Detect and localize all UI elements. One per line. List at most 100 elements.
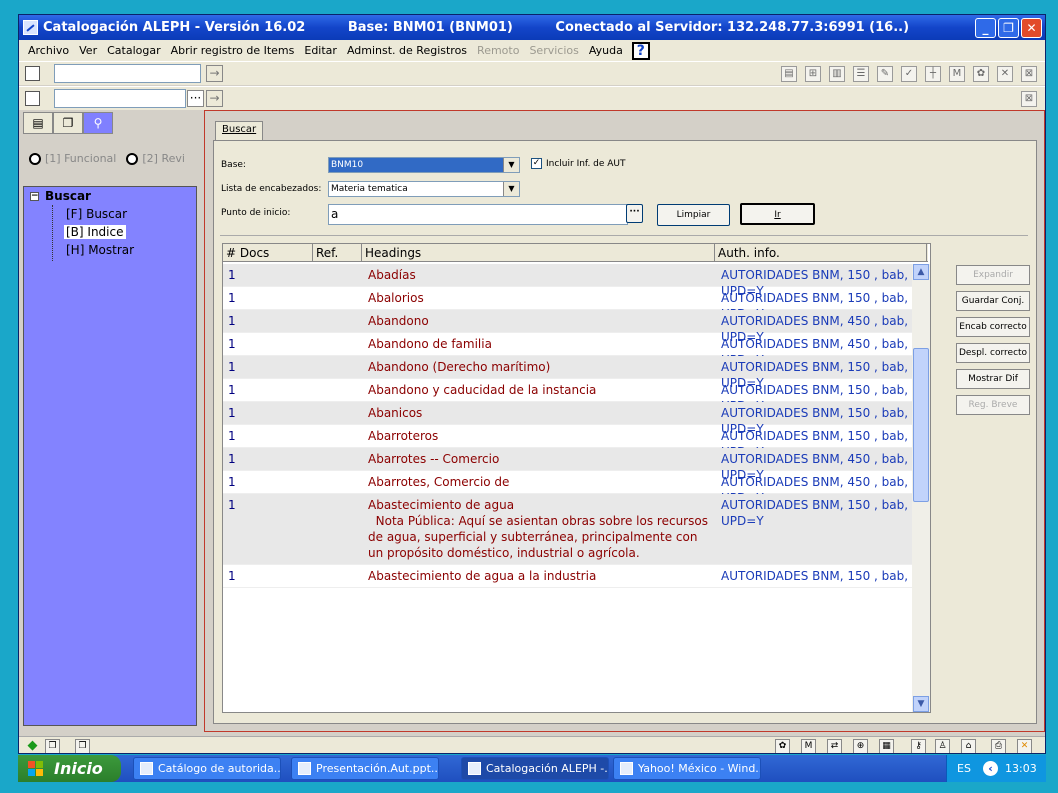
taskbar-item[interactable]: Catalogación ALEPH -... <box>461 757 609 780</box>
table-row[interactable]: 1 Abandono y caducidad de la instancia AUT… <box>223 379 928 413</box>
tab-items-icon[interactable]: ❐ <box>53 112 83 134</box>
delete-icon[interactable]: ✕ <box>997 66 1013 82</box>
headings-grid: # Docs Ref. Headings Auth. info. 1 Abadía… <box>222 243 931 713</box>
menu-item-7[interactable]: Servicios <box>524 44 583 57</box>
side-button-5[interactable]: Reg. Breve <box>956 395 1030 415</box>
key-icon[interactable]: ⚷ <box>911 739 926 753</box>
help-icon[interactable]: ? <box>631 41 650 60</box>
user-icon[interactable]: ♙ <box>935 739 950 753</box>
chevron-down-icon: ▼ <box>503 182 519 196</box>
close-item-icon[interactable]: ⊠ <box>1021 91 1037 107</box>
grid-scrollbar[interactable]: ▲ ▼ <box>912 264 930 712</box>
browse-button[interactable]: ··· <box>187 90 204 107</box>
scroll-thumb[interactable] <box>913 348 929 502</box>
tab-search-icon[interactable]: ⚲ <box>83 112 113 134</box>
taskbar-item[interactable]: Catálogo de autorida... <box>133 757 281 780</box>
tab-catalog-icon[interactable]: ▤ <box>23 112 53 134</box>
settings-icon[interactable]: ✿ <box>973 66 989 82</box>
table-row[interactable]: 1 Abandono AUTORIDADES BNM, 450 , bab, UPD… <box>223 310 928 344</box>
network-icon[interactable]: ⊕ <box>853 739 868 753</box>
close-record-icon[interactable]: ⊠ <box>1021 66 1037 82</box>
ir-button[interactable]: Ir <box>740 203 815 225</box>
docs-cell: 1 <box>228 429 236 443</box>
menu-item-5[interactable]: Adminst. de Registros <box>342 44 472 57</box>
table-row[interactable]: 1 Abandono de familia AUTORIDADES BNM, 450… <box>223 333 928 367</box>
side-button-4[interactable]: Mostrar Dif <box>956 369 1030 389</box>
menu-item-2[interactable]: Catalogar <box>102 44 166 57</box>
check-icon[interactable]: ✓ <box>901 66 917 82</box>
table-row[interactable]: 1 Abarroteros AUTORIDADES BNM, 150 , bab, … <box>223 425 928 459</box>
language-indicator[interactable]: ES <box>957 755 971 782</box>
menu-item-0[interactable]: Archivo <box>23 44 74 57</box>
side-button-1[interactable]: Guardar Conj. <box>956 291 1030 311</box>
start-button[interactable]: Inicio <box>18 755 121 782</box>
merge-icon[interactable]: M <box>949 66 965 82</box>
table-icon[interactable]: ▦ <box>879 739 894 753</box>
menu-item-6[interactable]: Remoto <box>472 44 524 57</box>
go-arrow-icon[interactable]: → <box>206 65 223 82</box>
title-bar[interactable]: Catalogación ALEPH - Versión 16.02 Base:… <box>19 15 1045 40</box>
tree-item-mostrar[interactable]: [H] Mostrar <box>64 243 136 257</box>
table-row[interactable]: 1 Abastecimiento de agua Nota Pública: Aq… <box>223 494 928 565</box>
taskbar: Inicio Catálogo de autorida... Presentaci… <box>18 755 1046 782</box>
item-input[interactable] <box>54 89 186 108</box>
close-button[interactable]: ✕ <box>1021 18 1042 38</box>
maximize-button[interactable]: ❐ <box>998 18 1019 38</box>
tree-item-indice[interactable]: [B] Indice <box>64 225 126 239</box>
scroll-down-icon[interactable]: ▼ <box>913 696 929 712</box>
marc-icon[interactable]: M <box>801 739 816 753</box>
tree-item-buscar[interactable]: [F] Buscar <box>64 207 129 221</box>
heading-cell: Abastecimiento de agua <box>368 498 515 512</box>
limpiar-button[interactable]: Limpiar <box>657 204 730 226</box>
tray-arrow-icon[interactable]: ‹ <box>983 761 998 776</box>
side-button-0[interactable]: Expandir <box>956 265 1030 285</box>
punto-input[interactable]: a <box>328 204 628 225</box>
printer-icon[interactable]: ⎙ <box>991 739 1006 753</box>
browse-punto-button[interactable]: ··· <box>626 204 643 223</box>
columns-icon[interactable]: ▥ <box>829 66 845 82</box>
radio-revision[interactable]: [2] Revi <box>126 152 185 165</box>
col-headings[interactable]: Headings <box>362 244 715 261</box>
sync-icon[interactable]: ⇄ <box>827 739 842 753</box>
taskbar-item[interactable]: Presentación.Aut.ppt... <box>291 757 439 780</box>
tree-root-buscar[interactable]: − Buscar <box>30 189 91 203</box>
tab-buscar[interactable]: Buscar <box>215 121 264 141</box>
lista-select[interactable]: Materia tematica ▼ <box>328 181 520 197</box>
window-server: Conectado al Servidor: 132.248.77.3:6991… <box>555 20 910 35</box>
minimize-button[interactable]: _ <box>975 18 996 38</box>
table-row[interactable]: 1 Abarrotes -- Comercio AUTORIDADES BNM, 4… <box>223 448 928 482</box>
record-input[interactable] <box>54 64 201 83</box>
menu-item-4[interactable]: Editar <box>299 44 342 57</box>
split-icon[interactable]: ┼ <box>925 66 941 82</box>
edit-icon[interactable]: ✎ <box>877 66 893 82</box>
include-aut-checkbox[interactable]: ✓ <box>531 158 542 169</box>
table-row[interactable]: 1 Abadías AUTORIDADES BNM, 150 , bab, UPD=… <box>223 264 928 298</box>
radio-funcional[interactable]: [1] Funcional <box>29 152 116 165</box>
col-auth[interactable]: Auth. info. <box>715 244 927 261</box>
table-row[interactable]: 1 Abandono (Derecho marítimo) AUTORIDADES … <box>223 356 928 390</box>
side-button-3[interactable]: Despl. correcto <box>956 343 1030 363</box>
menu-item-8[interactable]: Ayuda <box>584 44 628 57</box>
window-base: Base: BNM01 (BNM01) <box>347 20 513 35</box>
menu-item-1[interactable]: Ver <box>74 44 102 57</box>
taskbar-item[interactable]: Yahoo! México - Wind... <box>613 757 761 780</box>
col-docs[interactable]: # Docs <box>223 244 313 261</box>
table-row[interactable]: 1 Abarrotes, Comercio de AUTORIDADES BNM, … <box>223 471 928 505</box>
base-select[interactable]: BNM10 ▼ <box>328 157 520 173</box>
go-item-arrow-icon[interactable]: → <box>206 90 223 107</box>
list-icon[interactable]: ☰ <box>853 66 869 82</box>
menu-item-3[interactable]: Abrir registro de Items <box>166 44 300 57</box>
catalog-icon[interactable]: ▤ <box>781 66 797 82</box>
grid-rows: 1 Abadías AUTORIDADES BNM, 150 , bab, UPD=… <box>223 264 928 588</box>
library-icon[interactable]: ⌂ <box>961 739 976 753</box>
table-row[interactable]: 1 Abanicos AUTORIDADES BNM, 150 , bab, UPD… <box>223 402 928 436</box>
close-session-icon[interactable]: ✕ <box>1017 739 1032 753</box>
col-ref[interactable]: Ref. <box>313 244 362 261</box>
side-button-2[interactable]: Encab correcto <box>956 317 1030 337</box>
table-row[interactable]: 1AbaloriosAUTORIDADES BNM, 150 , bab, UP… <box>223 287 928 321</box>
gear-icon[interactable]: ✿ <box>775 739 790 753</box>
table-row[interactable]: 1 Abastecimiento de agua a la industria AU… <box>223 565 928 588</box>
tree-icon[interactable]: ⊞ <box>805 66 821 82</box>
docs-cell: 1 <box>228 406 236 420</box>
scroll-up-icon[interactable]: ▲ <box>913 264 929 280</box>
